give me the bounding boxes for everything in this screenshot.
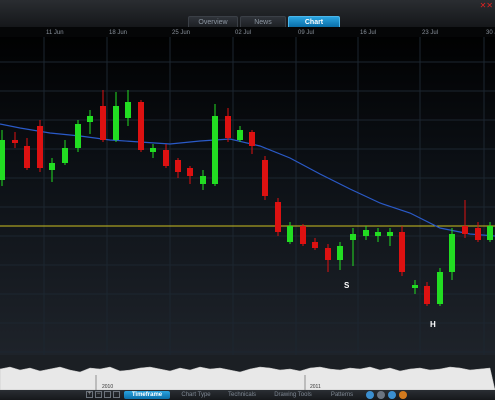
candle[interactable] — [487, 226, 493, 240]
candle[interactable] — [113, 106, 119, 140]
candle[interactable] — [187, 168, 193, 176]
candle[interactable] — [163, 150, 169, 166]
draw-line-icon[interactable] — [366, 391, 374, 399]
candle[interactable] — [424, 286, 430, 304]
technicals-button[interactable]: Technicals — [222, 391, 262, 399]
tab-news[interactable]: News — [240, 16, 286, 27]
patterns-button[interactable]: Patterns — [324, 391, 360, 399]
candle[interactable] — [437, 272, 443, 304]
candle[interactable] — [24, 146, 30, 168]
candle[interactable] — [312, 242, 318, 248]
x-tick-label: 23 Jul — [422, 30, 438, 36]
candle[interactable] — [0, 140, 5, 180]
moving-average-line — [0, 123, 495, 237]
tab-bar: Overview News Chart — [188, 16, 340, 27]
tab-chart[interactable]: Chart — [288, 16, 340, 27]
settings-icon[interactable] — [377, 391, 385, 399]
candle[interactable] — [412, 285, 418, 288]
pattern-label-s: S — [344, 281, 350, 290]
bottom-toolbar: + − Timeframe Chart Type Technicals Draw… — [0, 390, 495, 400]
candle[interactable] — [49, 163, 55, 170]
brush-icon[interactable] — [388, 391, 396, 399]
candle[interactable] — [200, 176, 206, 184]
tab-overview[interactable]: Overview — [188, 16, 238, 27]
x-tick-label: 02 Jul — [235, 30, 251, 36]
candle[interactable] — [449, 234, 455, 272]
top-bar: Overview News Chart ✕✕ — [0, 0, 495, 27]
navigator-overview[interactable]: 2010 2011 — [0, 355, 495, 390]
drawing-tools-button[interactable]: Drawing Tools — [268, 391, 318, 399]
candle[interactable] — [150, 148, 156, 152]
print-icon[interactable] — [399, 391, 407, 399]
candle[interactable] — [363, 230, 369, 236]
candle[interactable] — [387, 232, 393, 236]
timeframe-button[interactable]: Timeframe — [124, 391, 170, 399]
candle[interactable] — [350, 234, 356, 240]
candle[interactable] — [138, 102, 144, 150]
pan-right-button[interactable] — [113, 391, 120, 398]
candle[interactable] — [475, 228, 481, 240]
x-tick-label: 16 Jul — [360, 30, 376, 36]
candle[interactable] — [175, 160, 181, 172]
x-tick-label: 11 Jun — [46, 30, 64, 36]
candle[interactable] — [262, 160, 268, 196]
candle[interactable] — [275, 202, 281, 232]
pattern-label-h: H — [430, 320, 436, 329]
close-icon[interactable]: ✕✕ — [480, 1, 493, 10]
candle[interactable] — [125, 102, 131, 118]
chart-area[interactable]: 11 Jun 18 Jun 25 Jun 02 Jul 09 Jul 16 Jul 23 J… — [0, 27, 495, 355]
candle[interactable] — [212, 116, 218, 184]
candle[interactable] — [62, 148, 68, 163]
candle[interactable] — [225, 116, 231, 138]
candle[interactable] — [237, 130, 243, 140]
candle[interactable] — [249, 132, 255, 146]
candle[interactable] — [325, 248, 331, 260]
x-tick-label: 30 Jul — [486, 30, 495, 36]
price-chart[interactable]: 11 Jun 18 Jun 25 Jun 02 Jul 09 Jul 16 Jul 23 J… — [0, 27, 495, 355]
candle[interactable] — [12, 140, 18, 143]
candle[interactable] — [75, 124, 81, 148]
x-tick-label: 25 Jun — [172, 30, 190, 36]
candle[interactable] — [375, 232, 381, 236]
candle[interactable] — [87, 116, 93, 122]
candle[interactable] — [462, 226, 468, 234]
candle[interactable] — [37, 126, 43, 168]
candle[interactable] — [337, 246, 343, 260]
candle[interactable] — [287, 226, 293, 242]
candle[interactable] — [300, 226, 306, 244]
zoom-in-button[interactable]: + — [86, 391, 93, 398]
candle[interactable] — [100, 106, 106, 140]
zoom-out-button[interactable]: − — [95, 391, 102, 398]
pan-left-button[interactable] — [104, 391, 111, 398]
candle[interactable] — [399, 232, 405, 272]
chart-type-button[interactable]: Chart Type — [176, 391, 216, 399]
x-tick-label: 18 Jun — [109, 30, 127, 36]
x-tick-label: 09 Jul — [298, 30, 314, 36]
